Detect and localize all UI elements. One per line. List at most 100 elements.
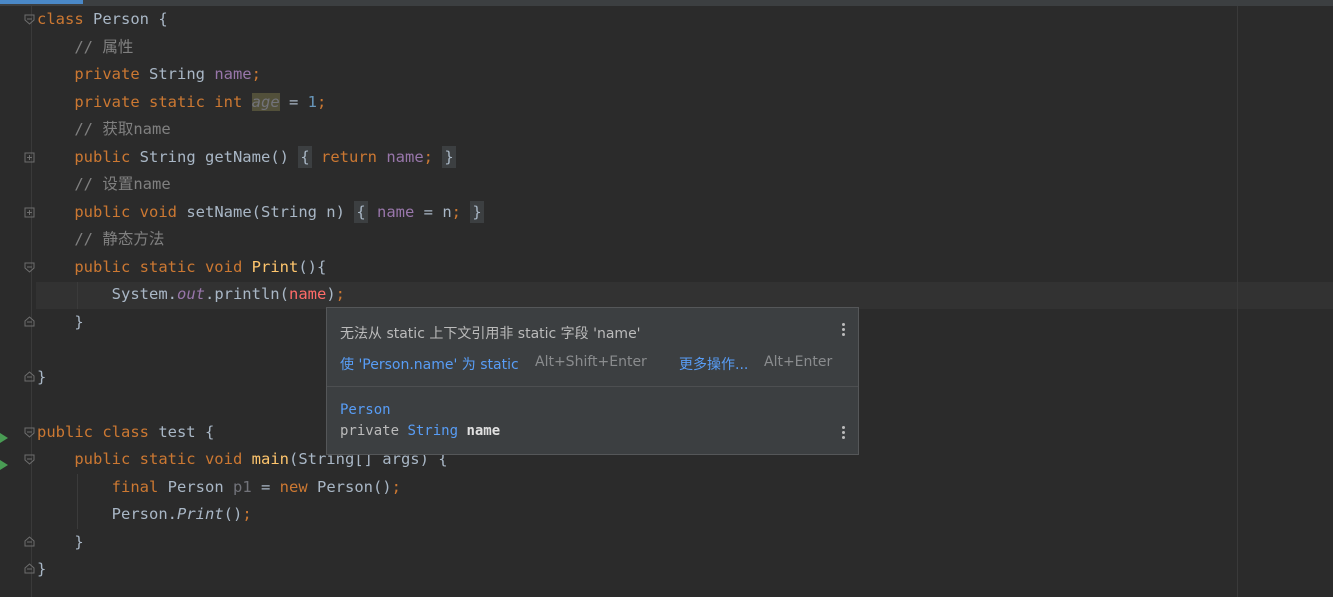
doc-options-icon[interactable] [842,426,846,441]
fold-expand-icon[interactable] [24,152,35,163]
fold-collapse-icon[interactable] [24,427,35,438]
code-token: String [130,147,205,166]
code-token: ; [335,285,345,303]
code-token: } [37,367,47,386]
code-token: Person { [83,10,168,28]
code-token: = [279,92,308,111]
code-token: main [251,450,289,468]
code-token: { [298,145,312,168]
code-token: age [251,92,280,111]
code-line[interactable]: Person.Print(); [37,501,484,529]
code-token: final [111,477,159,496]
more-options-icon[interactable] [842,323,846,338]
more-actions-shortcut: Alt+Enter [764,354,833,370]
doc-type-link[interactable]: String [407,423,458,439]
code-token: // 设置name [74,175,171,193]
code-token: Print [176,505,224,523]
code-token: = n [414,202,452,221]
code-line[interactable]: public static void Print(){ [37,254,484,282]
code-token: setName [186,202,252,221]
doc-field-name: name [466,423,501,439]
fold-end-icon[interactable] [24,563,35,574]
code-token: new [279,477,308,496]
code-line[interactable]: } [37,556,484,584]
code-token: } [37,312,84,331]
code-token: name [288,285,327,303]
doc-modifier: private [340,423,408,439]
code-line[interactable]: final Person p1 = new Person(); [37,474,484,502]
code-token: return [321,147,377,166]
fold-expand-icon[interactable] [24,207,35,218]
code-line[interactable]: private static int age = 1; [37,89,484,117]
code-token: Person() [307,477,392,496]
code-line[interactable]: // 设置name [37,171,484,199]
code-token: ; [423,147,434,166]
quick-fix-shortcut: Alt+Shift+Enter [535,354,647,370]
code-line[interactable]: } [37,529,484,557]
fold-end-icon[interactable] [24,316,35,327]
error-message: 无法从 static 上下文引用非 static 字段 'name' [340,326,641,342]
code-token: class [37,10,84,28]
code-token: public class [37,422,149,441]
code-token: } [37,560,47,578]
code-line[interactable]: public void setName(String n) { name = n… [37,199,484,227]
code-token: public static void [74,450,243,468]
code-line[interactable]: class Person { [37,6,484,34]
code-token: } [470,200,484,223]
run-class-icon[interactable] [0,428,8,443]
doc-class-link[interactable]: Person [340,402,391,418]
code-token: 1 [307,92,317,111]
code-token: name [386,147,424,166]
code-token: ) [326,285,336,303]
code-token: Print [251,257,299,276]
more-actions-link[interactable]: 更多操作... [679,354,748,374]
code-line[interactable]: // 属性 [37,34,484,62]
code-line[interactable]: public String getName() { return name; } [37,144,484,172]
fold-end-icon[interactable] [24,536,35,547]
run-main-icon[interactable] [0,455,8,470]
code-token: ; [242,505,252,523]
code-line[interactable]: // 静态方法 [37,226,484,254]
gutter-separator [31,6,32,597]
code-token: () [223,505,243,523]
quick-fix-link[interactable]: 使 'Person.name' 为 static [340,354,519,374]
code-line[interactable]: // 获取name [37,116,484,144]
code-token: (){ [298,257,327,276]
code-token: private [74,65,140,83]
code-token: Person [158,477,233,496]
code-token: // 获取name [74,120,171,138]
fold-collapse-icon[interactable] [24,262,35,273]
code-token: public static void [74,257,243,276]
active-tab-indicator [0,0,83,4]
code-token: String [139,65,215,83]
code-editor[interactable]: class Person { // 属性 private String name… [37,6,484,584]
fold-collapse-icon[interactable] [24,14,35,25]
fold-end-icon[interactable] [24,371,35,382]
code-token: System. [37,285,177,303]
code-line[interactable]: System.out.println(name); [37,281,484,309]
code-token: () [270,147,299,166]
code-line[interactable]: private String name; [37,61,484,89]
code-token: name [377,202,415,221]
code-token: (String n) [251,202,355,221]
code-token: // 属性 [74,37,134,56]
fold-collapse-icon[interactable] [24,454,35,465]
code-token: out [176,285,205,303]
code-token: ; [251,65,261,83]
